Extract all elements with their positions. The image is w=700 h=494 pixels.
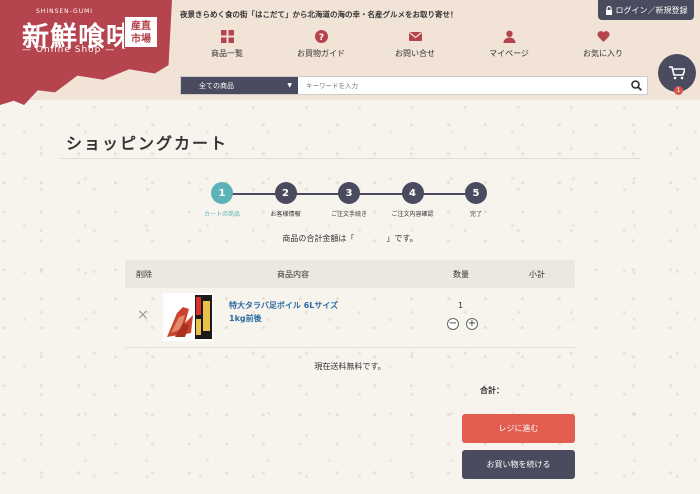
product-name-link[interactable]: 特大タラバ足ボイル 6Lサイズ 1kg前後 xyxy=(229,299,338,325)
checkout-steps: 1 カートの商品 2 お客様情報 3 ご注文手続き 4 ご注文内容確認 5 完了 xyxy=(204,182,494,222)
product-name-line2: 1kg前後 xyxy=(229,314,262,323)
heart-icon xyxy=(596,31,610,42)
step-5: 5 完了 xyxy=(446,182,506,218)
step-label: カートの商品 xyxy=(203,211,240,218)
quantity-increase-button[interactable]: + xyxy=(466,318,478,330)
header-quantity: 数量 xyxy=(453,269,469,279)
nav-item-label: 商品一覧 xyxy=(211,49,243,58)
logo-online-shop: — Online Shop — xyxy=(22,45,116,55)
step-label: 完了 xyxy=(469,211,482,218)
remove-item-button[interactable]: × xyxy=(137,307,149,323)
search-icon xyxy=(630,80,642,91)
cart-table: 削除 商品内容 数量 小計 × 特大タラバ足ボイル 6Lサイズ 1kg前後 1 … xyxy=(125,260,575,348)
lock-icon xyxy=(605,5,612,15)
product-name-line1: 特大タラバ足ボイル 6Lサイズ xyxy=(229,301,339,310)
nav-item-label: お買物ガイド xyxy=(297,49,345,58)
nav-item-favorites[interactable]: お気に入り xyxy=(556,30,650,64)
page-title: ショッピングカート xyxy=(66,134,229,153)
step-number: 3 xyxy=(338,182,360,204)
nav-item-products[interactable]: 商品一覧 xyxy=(180,30,274,64)
search-category-select[interactable]: 全ての商品 ▼ xyxy=(181,77,298,94)
checkout-button[interactable]: レジに進む xyxy=(462,414,575,443)
login-label: ログイン／新規登録 xyxy=(615,5,688,15)
header-tagline: 夜景きらめく食の街「はこだて」から北海道の海の幸・名産グルメをお取り寄せ！ xyxy=(180,10,458,19)
search-input[interactable] xyxy=(298,77,625,94)
divider xyxy=(60,158,640,159)
quantity-value: 1 xyxy=(458,301,464,310)
total-label: 合計： xyxy=(480,386,504,395)
step-3: 3 ご注文手続き xyxy=(319,182,379,218)
cart-total-message: 商品の合計金額は「 」です。 xyxy=(282,234,418,243)
table-header: 削除 商品内容 数量 小計 xyxy=(125,260,575,288)
nav-item-mypage[interactable]: マイページ xyxy=(462,30,556,64)
step-label: お客様情報 xyxy=(270,211,301,218)
search-category-label: 全ての商品 xyxy=(199,81,234,90)
grid-icon xyxy=(220,30,234,43)
step-label: ご注文手続き xyxy=(330,211,367,218)
main-nav: 商品一覧 ? お買物ガイド お問い合せ マイページ お気に入り xyxy=(180,30,650,64)
step-2: 2 お客様情報 xyxy=(256,182,316,218)
nav-item-guide[interactable]: ? お買物ガイド xyxy=(274,30,368,64)
cart-icon xyxy=(669,66,685,80)
caret-down-icon: ▼ xyxy=(287,82,292,89)
logo-stamp: 産直 市場 xyxy=(124,16,158,48)
table-row: × 特大タラバ足ボイル 6Lサイズ 1kg前後 1 − + xyxy=(125,288,575,348)
continue-shopping-button[interactable]: お買い物を続ける xyxy=(462,450,575,479)
user-icon xyxy=(503,30,515,43)
step-number: 4 xyxy=(401,182,424,204)
step-number: 2 xyxy=(274,182,297,204)
header-content: 商品内容 xyxy=(277,269,309,279)
step-4: 4 ご注文内容確認 xyxy=(383,182,443,218)
login-button[interactable]: ログイン／新規登録 xyxy=(598,0,694,20)
header-delete: 削除 xyxy=(136,269,152,279)
header-subtotal: 小計 xyxy=(529,269,545,279)
step-label: ご注文内容確認 xyxy=(391,211,434,218)
question-icon: ? xyxy=(314,30,328,43)
product-thumbnail[interactable] xyxy=(163,293,213,341)
step-number: 5 xyxy=(465,182,487,204)
nav-item-label: お問い合せ xyxy=(395,49,435,58)
crab-product-image xyxy=(163,293,213,341)
svg-text:?: ? xyxy=(318,33,323,43)
logo-stamp-line1: 産直 xyxy=(131,21,151,32)
logo-subtitle: SHINSEN-GUMI xyxy=(36,8,94,15)
mail-icon xyxy=(408,32,422,41)
search-button[interactable] xyxy=(625,77,647,94)
shipping-message: 現在送料無料です。 xyxy=(314,362,386,371)
nav-item-label: マイページ xyxy=(489,49,529,58)
step-number: 1 xyxy=(211,182,233,204)
nav-item-label: お気に入り xyxy=(583,49,623,58)
search-bar: 全ての商品 ▼ xyxy=(180,76,648,95)
step-1: 1 カートの商品 xyxy=(192,182,252,218)
logo-stamp-line2: 市場 xyxy=(131,34,151,45)
nav-item-contact[interactable]: お問い合せ xyxy=(368,30,462,64)
cart-count-badge: 1 xyxy=(674,86,683,95)
quantity-decrease-button[interactable]: − xyxy=(447,318,459,330)
